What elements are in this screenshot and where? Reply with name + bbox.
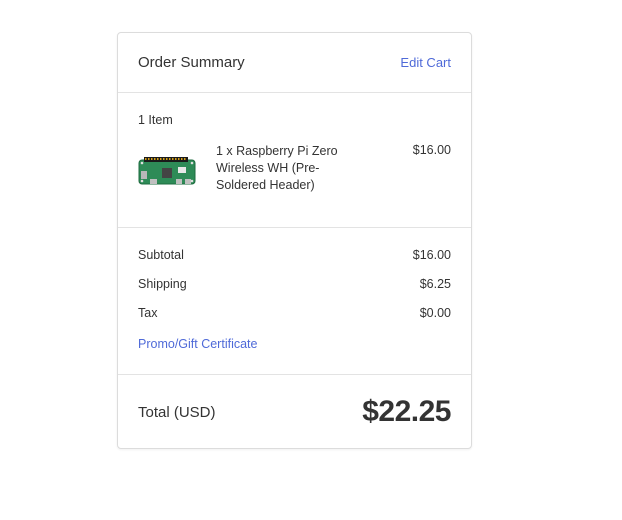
total-value: $22.25 xyxy=(362,395,451,428)
cart-item-price: $16.00 xyxy=(412,143,451,157)
subtotal-value: $16.00 xyxy=(412,248,451,262)
shipping-row: Shipping $6.25 xyxy=(138,277,451,306)
total-label: Total (USD) xyxy=(138,403,216,421)
shipping-label: Shipping xyxy=(138,277,187,291)
tax-row: Tax $0.00 xyxy=(138,306,451,335)
promo-gift-certificate-link[interactable]: Promo/Gift Certificate xyxy=(138,337,257,351)
cart-items-section: 1 Item 1 x Raspberry Pi Zero Wireless WH… xyxy=(118,93,471,228)
order-summary-card: Order Summary Edit Cart 1 Item 1 x Raspb… xyxy=(117,32,472,449)
tax-value: $0.00 xyxy=(419,306,451,320)
cart-item-name: 1 x Raspberry Pi Zero Wireless WH (Pre-S… xyxy=(216,144,338,192)
totals-section: Subtotal $16.00 Shipping $6.25 Tax $0.00… xyxy=(118,228,471,375)
grand-total-section: Total (USD) $22.25 xyxy=(118,375,471,449)
item-count: 1 Item xyxy=(138,113,173,127)
order-summary-title: Order Summary xyxy=(138,54,245,71)
tax-label: Tax xyxy=(138,306,158,320)
subtotal-label: Subtotal xyxy=(138,248,184,262)
shipping-value: $6.25 xyxy=(419,277,451,291)
raspberry-pi-zero-board-icon xyxy=(138,157,196,185)
subtotal-row: Subtotal $16.00 xyxy=(138,248,451,277)
edit-cart-link[interactable]: Edit Cart xyxy=(400,55,451,70)
cart-item: 1 x Raspberry Pi Zero Wireless WH (Pre-S… xyxy=(138,143,451,194)
order-summary-header: Order Summary Edit Cart xyxy=(118,33,471,93)
